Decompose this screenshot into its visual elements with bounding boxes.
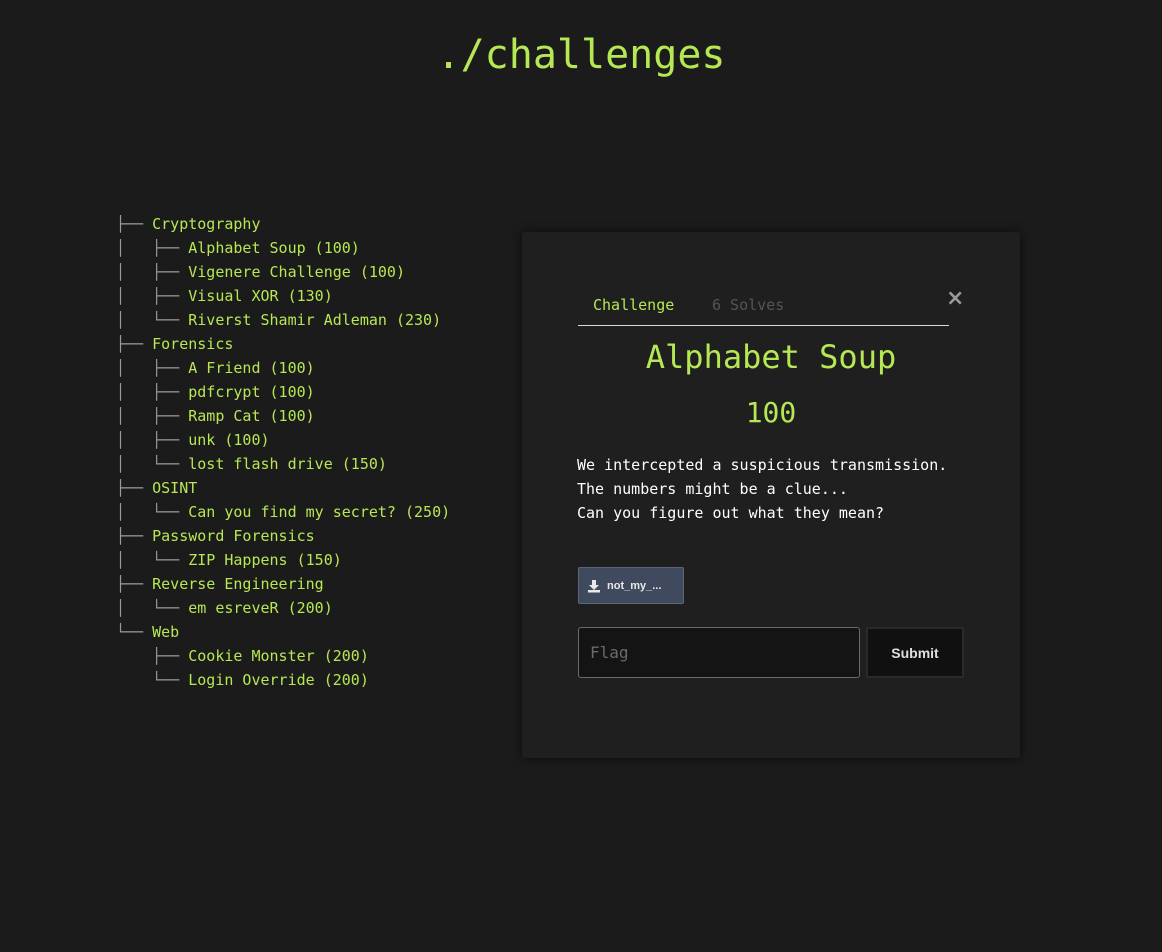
category-label: Cryptography (152, 215, 261, 233)
challenge-description: We intercepted a suspicious transmission… (577, 453, 957, 525)
challenge-label[interactable]: Can you find my secret? (250) (188, 503, 450, 521)
tree-branch-glyph: │ └── (116, 551, 189, 569)
category-label: Password Forensics (152, 527, 315, 545)
tree-challenge[interactable]: │ ├── unk (100) (116, 428, 450, 452)
tree-challenge[interactable]: │ ├── pdfcrypt (100) (116, 380, 450, 404)
description-line: Can you figure out what they mean? (577, 504, 885, 522)
tree-challenge[interactable]: ├── Cookie Monster (200) (116, 644, 450, 668)
tree-branch-glyph: │ ├── (116, 359, 189, 377)
tree-category: ├── Forensics (116, 332, 450, 356)
tree-branch-glyph: │ └── (116, 599, 189, 617)
challenge-tree: ├── Cryptography │ ├── Alphabet Soup (100… (116, 212, 450, 692)
tree-category: ├── Reverse Engineering (116, 572, 450, 596)
tree-branch-glyph: │ ├── (116, 239, 189, 257)
page: ./challenges ├── Cryptography │ ├── Alpha… (0, 0, 1162, 952)
download-icon (588, 579, 600, 592)
category-label: OSINT (152, 479, 198, 497)
challenge-label[interactable]: ZIP Happens (150) (188, 551, 342, 569)
category-label: Web (152, 623, 180, 641)
category-label: Forensics (152, 335, 234, 353)
tree-branch-glyph: │ ├── (116, 431, 189, 449)
tree-branch-glyph: │ ├── (116, 383, 189, 401)
challenge-label[interactable]: Ramp Cat (100) (188, 407, 314, 425)
tree-challenge[interactable]: │ └── Can you find my secret? (250) (116, 500, 450, 524)
category-label: Reverse Engineering (152, 575, 324, 593)
tree-branch-glyph: ├── (116, 575, 153, 593)
tree-challenge[interactable]: │ ├── Vigenere Challenge (100) (116, 260, 450, 284)
tree-challenge[interactable]: │ ├── Ramp Cat (100) (116, 404, 450, 428)
tree-branch-glyph: ├── (116, 479, 153, 497)
tree-branch-glyph: └── (116, 623, 153, 641)
tree-category: ├── OSINT (116, 476, 450, 500)
challenge-value: 100 (745, 396, 797, 429)
flag-input[interactable] (578, 627, 860, 678)
file-label: not_my_... (607, 579, 662, 592)
challenge-label[interactable]: Login Override (200) (188, 671, 369, 689)
tree-branch-glyph: │ └── (116, 503, 189, 521)
tree-branch-glyph: │ └── (116, 455, 189, 473)
tree-challenge[interactable]: │ └── ZIP Happens (150) (116, 548, 450, 572)
tree-challenge[interactable]: │ └── Riverst Shamir Adleman (230) (116, 308, 450, 332)
challenge-label[interactable]: lost flash drive (150) (188, 455, 387, 473)
challenge-label[interactable]: unk (100) (188, 431, 269, 449)
tree-challenge[interactable]: │ ├── Visual XOR (130) (116, 284, 450, 308)
challenge-label[interactable]: Riverst Shamir Adleman (230) (188, 311, 441, 329)
tree-branch-glyph: ├── (116, 647, 189, 665)
challenge-label[interactable]: A Friend (100) (188, 359, 314, 377)
description-line: We intercepted a suspicious transmission… (577, 456, 948, 498)
challenge-modal: × Challenge 6 Solves Alphabet Soup 100 W… (522, 232, 1020, 758)
tab-solves[interactable]: 6 Solves (712, 296, 784, 314)
tree-category: ├── Password Forensics (116, 524, 450, 548)
tab-challenge[interactable]: Challenge (593, 296, 674, 314)
tree-branch-glyph: ├── (116, 335, 153, 353)
tree-challenge[interactable]: │ ├── A Friend (100) (116, 356, 450, 380)
tree-branch-glyph: ├── (116, 527, 153, 545)
challenge-label[interactable]: Alphabet Soup (100) (188, 239, 360, 257)
tree-branch-glyph: └── (116, 671, 189, 689)
tree-challenge[interactable]: │ └── em esreveR (200) (116, 596, 450, 620)
page-title: ./challenges (436, 32, 726, 78)
challenge-label[interactable]: pdfcrypt (100) (188, 383, 314, 401)
tree-category: ├── Cryptography (116, 212, 450, 236)
tree-challenge[interactable]: │ ├── Alphabet Soup (100) (116, 236, 450, 260)
challenge-name: Alphabet Soup (645, 338, 897, 376)
tree-branch-glyph: │ └── (116, 311, 189, 329)
tree-challenge[interactable]: │ └── lost flash drive (150) (116, 452, 450, 476)
file-download-button[interactable]: not_my_... (578, 567, 684, 604)
challenge-label[interactable]: Vigenere Challenge (100) (188, 263, 405, 281)
tree-category: └── Web (116, 620, 450, 644)
tree-branch-glyph: │ ├── (116, 263, 189, 281)
tree-branch-glyph: ├── (116, 215, 153, 233)
tree-challenge[interactable]: └── Login Override (200) (116, 668, 450, 692)
submit-button[interactable]: Submit (866, 627, 964, 678)
challenge-label[interactable]: Cookie Monster (200) (188, 647, 369, 665)
modal-tabs: Challenge 6 Solves (578, 294, 949, 326)
tree-branch-glyph: │ ├── (116, 407, 189, 425)
challenge-label[interactable]: Visual XOR (130) (188, 287, 333, 305)
tree-branch-glyph: │ ├── (116, 287, 189, 305)
challenge-label[interactable]: em esreveR (200) (188, 599, 333, 617)
